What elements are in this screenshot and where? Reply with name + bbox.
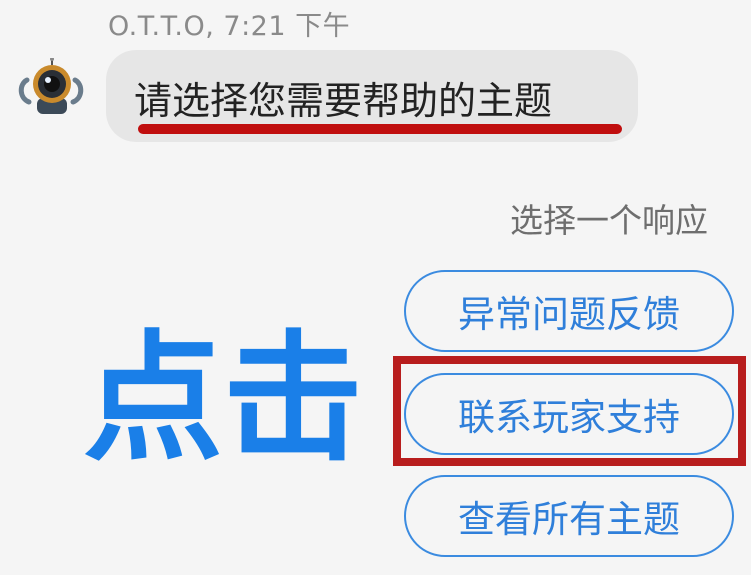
annotation-click-label: 点击: [83, 318, 364, 481]
response-prompt: 选择一个响应: [510, 201, 708, 240]
robot-avatar-icon: [17, 57, 87, 118]
message-sender-meta: O.T.T.O, 7:21 下午: [108, 11, 351, 42]
reply-button-report-issue[interactable]: 异常问题反馈: [404, 270, 734, 352]
message-text: 请选择您需要帮助的主题: [134, 79, 553, 123]
reply-button-all-topics[interactable]: 查看所有主题: [404, 475, 734, 557]
annotation-highlight-box: [393, 356, 746, 466]
annotation-underline: [138, 124, 622, 134]
